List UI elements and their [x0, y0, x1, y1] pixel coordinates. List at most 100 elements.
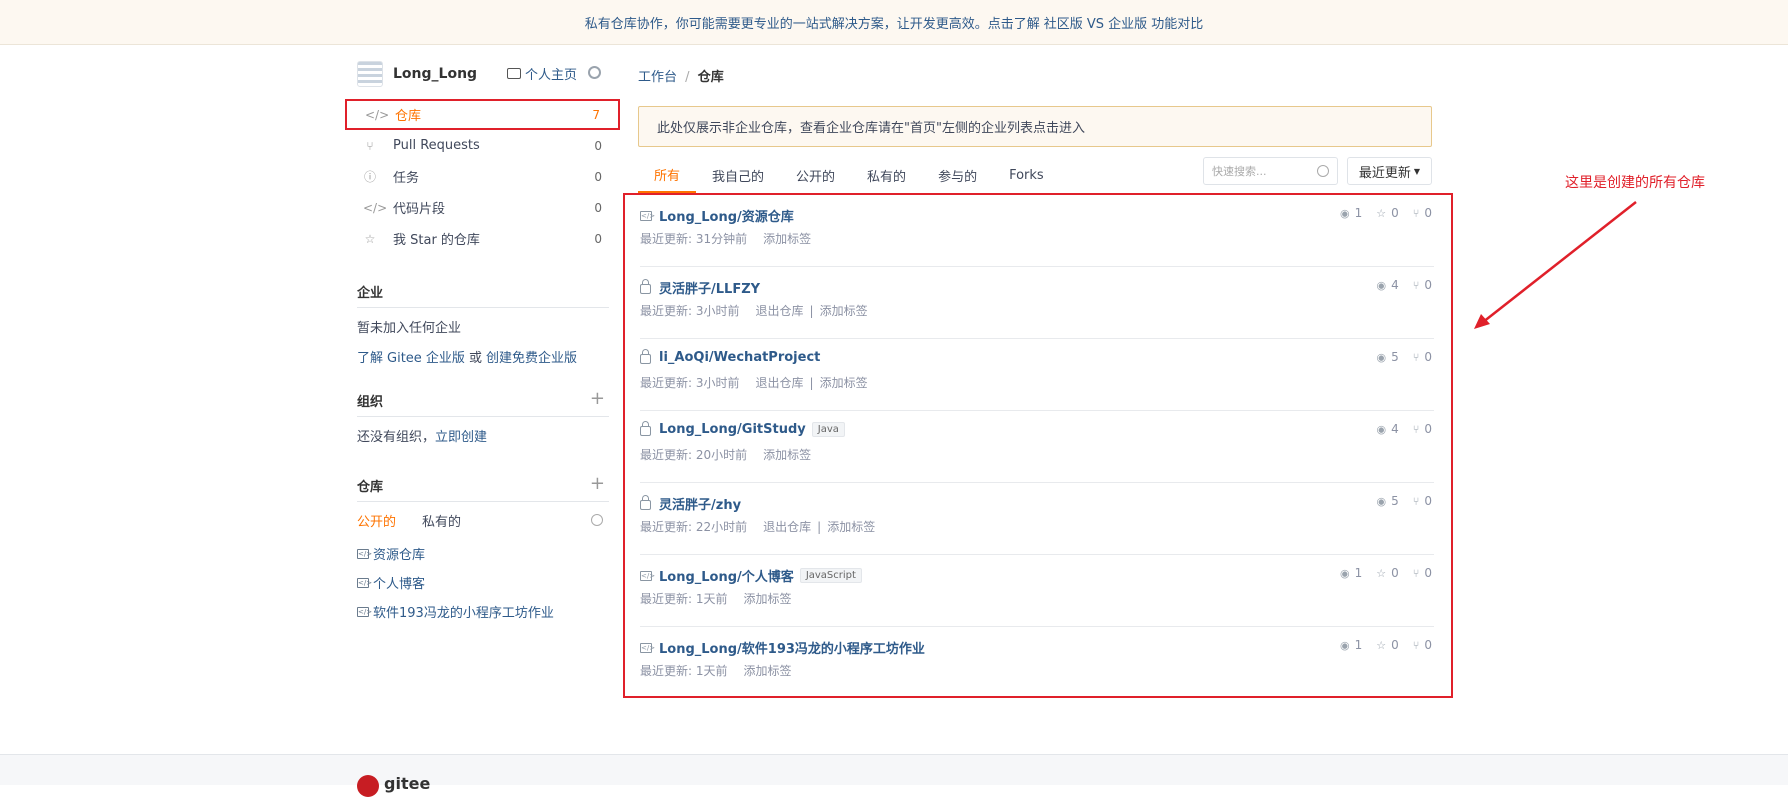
fork-stat[interactable]: ⑂ 0 — [1413, 350, 1432, 364]
repo-side-tab-private[interactable]: 私有的 — [422, 511, 461, 530]
repo-title-row: </> Long_Long/资源仓库 — [640, 206, 794, 225]
sidebar-item-issues[interactable]: ⓘ 任务 0 — [345, 161, 620, 192]
repo-stats: ◉ 1 ☆ 0 ⑂ 0 — [1340, 566, 1432, 580]
add-tag-link[interactable]: 添加标签 — [827, 518, 875, 535]
repo-name-link[interactable]: Long_Long/GitStudy — [659, 422, 806, 437]
sort-dropdown[interactable]: 最近更新 ▼ — [1347, 157, 1432, 185]
repo-name-link[interactable]: 灵活胖子/LLFZY — [659, 278, 760, 297]
stat-count: 0 — [1391, 566, 1399, 580]
repo-name-link[interactable]: Long_Long/软件193冯龙的小程序工坊作业 — [659, 638, 925, 657]
watch-stat[interactable]: ◉ 1 — [1340, 566, 1362, 580]
create-enterprise-link[interactable]: 创建免费企业版 — [486, 347, 577, 366]
fork-stat[interactable]: ⑂ 0 — [1413, 494, 1432, 508]
search-icon[interactable] — [591, 514, 603, 526]
separator: | — [809, 375, 814, 390]
stat-count: 5 — [1391, 350, 1399, 364]
sidebar-item-repos[interactable]: </> 仓库 7 — [345, 99, 620, 130]
avatar[interactable] — [357, 61, 383, 87]
gear-icon[interactable] — [588, 66, 601, 79]
repo-name-link[interactable]: Long_Long/资源仓库 — [659, 206, 794, 225]
lock-icon — [640, 495, 651, 510]
fork-stat[interactable]: ⑂ 0 — [1413, 278, 1432, 292]
quit-repo-link[interactable]: 退出仓库 — [756, 302, 804, 319]
sidebar-item-label: 我 Star 的仓库 — [393, 233, 480, 248]
repo-title-row: 灵活胖子/zhy — [640, 494, 741, 513]
add-repo-plus-icon[interactable]: + — [590, 473, 605, 494]
stat-count: 0 — [1424, 206, 1432, 220]
add-tag-link[interactable]: 添加标签 — [744, 662, 792, 679]
sidebar-nav: </> 仓库 7 ⑂ Pull Requests 0 ⓘ 任务 0 </> 代码… — [345, 99, 620, 254]
watch-stat[interactable]: ◉ 5 — [1377, 494, 1399, 508]
add-org-plus-icon[interactable]: + — [590, 388, 605, 409]
watch-stat[interactable]: ◉ 4 — [1377, 422, 1399, 436]
add-tag-link[interactable]: 添加标签 — [763, 446, 811, 463]
tab-joined[interactable]: 参与的 — [922, 157, 993, 193]
tab-all[interactable]: 所有 — [638, 157, 697, 193]
repo-stats: ◉ 1 ☆ 0 ⑂ 0 — [1340, 206, 1432, 220]
enterprise-learn-row: 了解 Gitee 企业版 或 创建免费企业版 — [357, 341, 609, 371]
notice-box: 此处仅展示非企业仓库，查看企业仓库请在"首页"左侧的企业列表点击进入 — [638, 106, 1432, 147]
fork-icon: ⑂ — [1412, 278, 1420, 292]
breadcrumb: 工作台 / 仓库 — [638, 66, 724, 85]
watch-stat[interactable]: ◉ 5 — [1377, 350, 1399, 364]
eye-icon: ◉ — [1339, 566, 1350, 580]
sidebar-item-starred[interactable]: ☆ 我 Star 的仓库 0 — [345, 223, 620, 254]
add-tag-link[interactable]: 添加标签 — [820, 302, 868, 319]
add-tag-link[interactable]: 添加标签 — [744, 590, 792, 607]
repo-name-link[interactable]: li_AoQi/WechatProject — [659, 350, 820, 365]
eye-icon: ◉ — [1376, 494, 1387, 508]
org-header: 组织 + — [357, 388, 609, 417]
eye-icon: ◉ — [1376, 278, 1387, 292]
caret-down-icon: ▼ — [1413, 166, 1421, 176]
star-stat[interactable]: ☆ 0 — [1376, 566, 1399, 580]
side-repo-link[interactable]: </> 资源仓库 — [357, 539, 609, 568]
repo-meta: 最近更新: 20小时前 添加标签 — [640, 446, 811, 463]
repo-name-link[interactable]: 灵活胖子/zhy — [659, 494, 741, 513]
fork-stat[interactable]: ⑂ 0 — [1413, 566, 1432, 580]
fork-stat[interactable]: ⑂ 0 — [1413, 638, 1432, 652]
repo-list: </> Long_Long/资源仓库 最近更新: 31分钟前 添加标签 ◉ 1 ☆ 0 ⑂ 0 灵活… — [623, 193, 1453, 698]
sidebar-item-count: 0 — [594, 138, 602, 153]
repo-item: Long_Long/GitStudy Java 最近更新: 20小时前 添加标签 ◉ 4 ⑂… — [640, 411, 1434, 483]
repo-meta: 最近更新: 1天前 添加标签 — [640, 662, 792, 679]
breadcrumb-root[interactable]: 工作台 — [638, 70, 677, 85]
star-stat[interactable]: ☆ 0 — [1376, 638, 1399, 652]
sidebar-item-snippets[interactable]: </> 代码片段 0 — [345, 192, 620, 223]
issue-icon: ⓘ — [363, 170, 376, 184]
repo-side-tab-public[interactable]: 公开的 — [357, 511, 396, 530]
tab-mine[interactable]: 我自己的 — [696, 157, 780, 193]
tab-public[interactable]: 公开的 — [780, 157, 851, 193]
star-stat[interactable]: ☆ 0 — [1376, 206, 1399, 220]
quit-repo-link[interactable]: 退出仓库 — [763, 518, 811, 535]
quick-search-input[interactable]: 快速搜索... — [1203, 157, 1338, 185]
tab-forks[interactable]: Forks — [993, 157, 1060, 193]
user-name[interactable]: Long_Long — [393, 66, 477, 82]
banner-compare-link[interactable]: 社区版 VS 企业版 功能对比 — [1044, 13, 1204, 32]
add-tag-link[interactable]: 添加标签 — [763, 230, 811, 247]
repo-item: </> Long_Long/资源仓库 最近更新: 31分钟前 添加标签 ◉ 1 ☆ 0 ⑂ 0 — [640, 195, 1434, 267]
repo-name-link[interactable]: Long_Long/个人博客 — [659, 566, 794, 585]
repo-icon: </> — [640, 642, 656, 653]
star-icon: ☆ — [1376, 566, 1387, 580]
language-badge: Java — [811, 422, 845, 437]
eye-icon: ◉ — [1339, 638, 1350, 652]
watch-stat[interactable]: ◉ 1 — [1340, 638, 1362, 652]
watch-stat[interactable]: ◉ 4 — [1377, 278, 1399, 292]
watch-stat[interactable]: ◉ 1 — [1340, 206, 1362, 220]
gitee-enterprise-link[interactable]: Gitee 企业版 — [387, 347, 465, 366]
side-repo-link[interactable]: </> 软件193冯龙的小程序工坊作业 — [357, 597, 609, 626]
quit-repo-link[interactable]: 退出仓库 — [756, 374, 804, 391]
repo-side-section: 仓库 + 公开的 私有的 </> 资源仓库 </> 个人博客 </> 软件193… — [357, 473, 609, 626]
fork-icon: ⑂ — [1412, 206, 1420, 220]
personal-home-button[interactable]: 个人主页 — [507, 64, 577, 83]
repo-updated: 最近更新: 3小时前 — [640, 376, 740, 390]
tab-private[interactable]: 私有的 — [851, 157, 922, 193]
fork-stat[interactable]: ⑂ 0 — [1413, 206, 1432, 220]
create-org-link[interactable]: 立即创建 — [435, 426, 487, 445]
side-repo-link[interactable]: </> 个人博客 — [357, 568, 609, 597]
sidebar-item-pull-requests[interactable]: ⑂ Pull Requests 0 — [345, 130, 620, 161]
add-tag-link[interactable]: 添加标签 — [820, 374, 868, 391]
org-none-row: 还没有组织， 立即创建 — [357, 420, 609, 450]
fork-stat[interactable]: ⑂ 0 — [1413, 422, 1432, 436]
sidebar-item-count: 0 — [594, 231, 602, 246]
